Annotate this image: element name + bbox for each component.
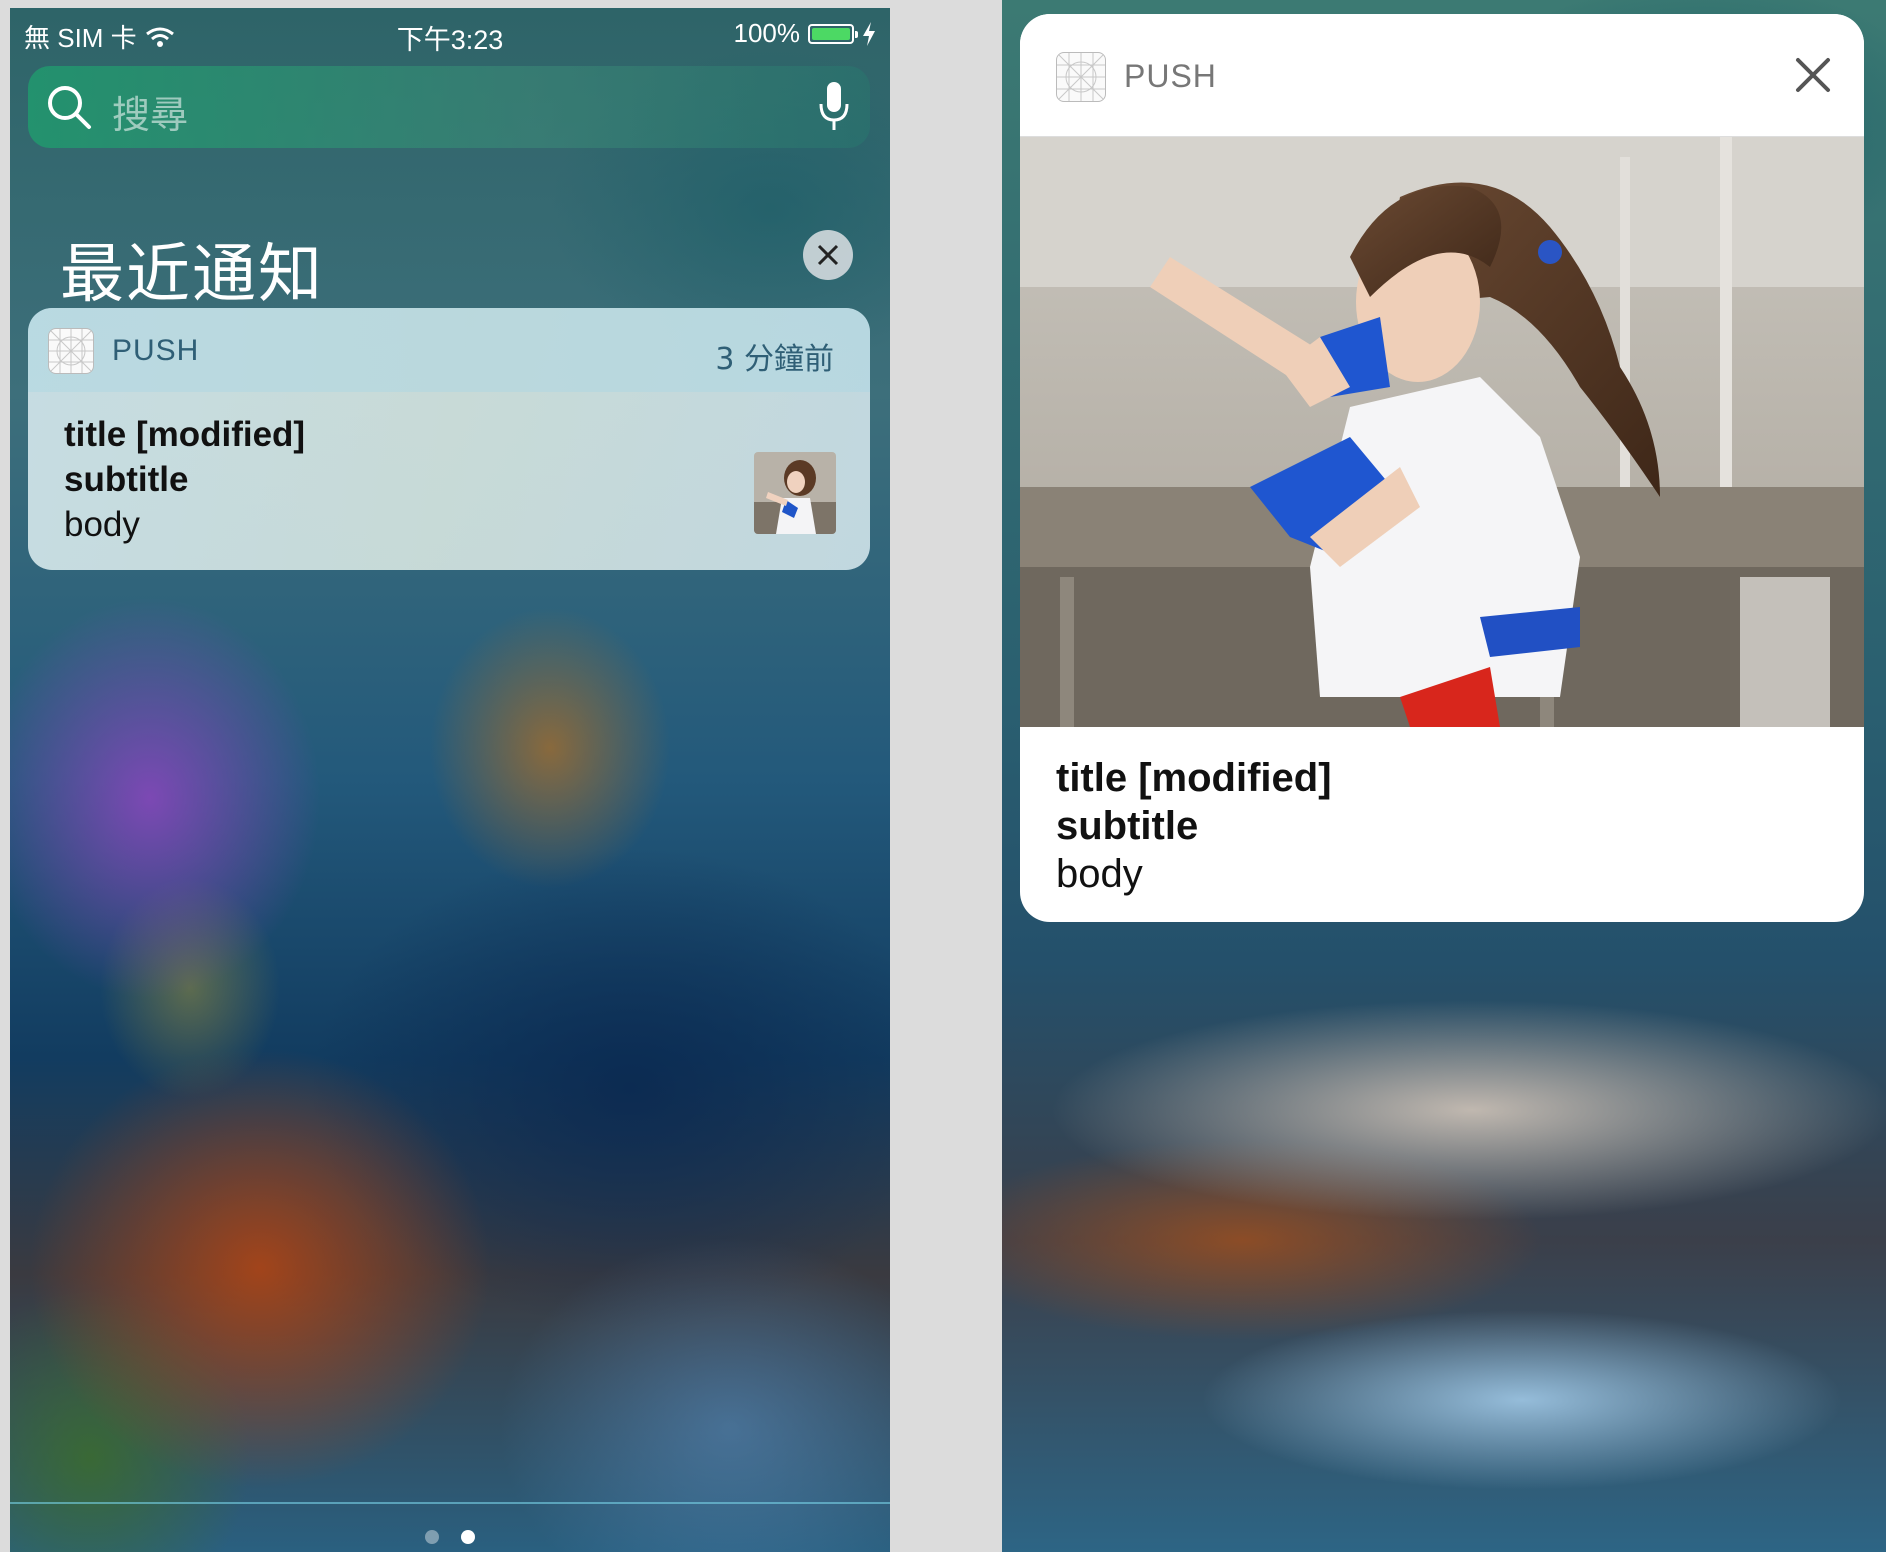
battery-level xyxy=(812,27,850,40)
notification-card[interactable]: PUSH 3 分鐘前 title [modified] subtitle bod… xyxy=(28,308,870,570)
close-icon[interactable] xyxy=(1792,54,1834,96)
page-indicator[interactable] xyxy=(10,1530,890,1544)
notification-attachment-image xyxy=(1020,137,1864,727)
notification-app-name: PUSH xyxy=(112,334,200,367)
expanded-notification-screen: PUSH title [modified] subtitle body xyxy=(1002,0,1886,1552)
bolt-icon xyxy=(863,21,875,46)
page-dot[interactable] xyxy=(425,1530,439,1544)
expanded-subtitle: subtitle xyxy=(1056,804,1199,848)
battery-percent: 100% xyxy=(733,18,801,48)
notification-thumbnail xyxy=(754,452,836,534)
notification-header: PUSH 3 分鐘前 xyxy=(28,308,870,392)
page-dot-active[interactable] xyxy=(461,1530,475,1544)
section-title: 最近通知 xyxy=(60,238,324,312)
notification-center-screen: 無 SIM 卡 下午3:23 100% 搜尋 最近通知 PUSH 3 分鐘前 t… xyxy=(10,8,890,1552)
close-icon xyxy=(817,244,839,266)
search-placeholder: 搜尋 xyxy=(112,93,189,137)
search-icon xyxy=(48,86,91,129)
battery-icon xyxy=(808,23,858,44)
expanded-notification-header: PUSH xyxy=(1020,14,1864,137)
status-bar: 無 SIM 卡 下午3:23 100% xyxy=(10,8,890,60)
expanded-body: body xyxy=(1056,852,1143,896)
push-app-icon xyxy=(48,328,94,374)
expanded-notification-content: title [modified] subtitle body xyxy=(1056,754,1332,898)
expanded-title: title [modified] xyxy=(1056,756,1332,800)
expanded-app-name: PUSH xyxy=(1124,58,1217,94)
notification-body: body xyxy=(64,505,140,544)
page-divider xyxy=(10,1502,890,1504)
clear-notifications-button[interactable] xyxy=(803,230,853,280)
notification-subtitle: subtitle xyxy=(64,460,189,499)
push-app-icon xyxy=(1056,52,1106,102)
notification-time: 3 分鐘前 xyxy=(715,342,834,377)
notification-content: title [modified] subtitle body xyxy=(64,412,305,547)
expanded-notification-card[interactable]: PUSH title [modified] subtitle body xyxy=(1020,14,1864,922)
notification-title: title [modified] xyxy=(64,415,306,454)
microphone-icon[interactable] xyxy=(818,80,850,134)
search-input[interactable]: 搜尋 xyxy=(28,66,870,148)
